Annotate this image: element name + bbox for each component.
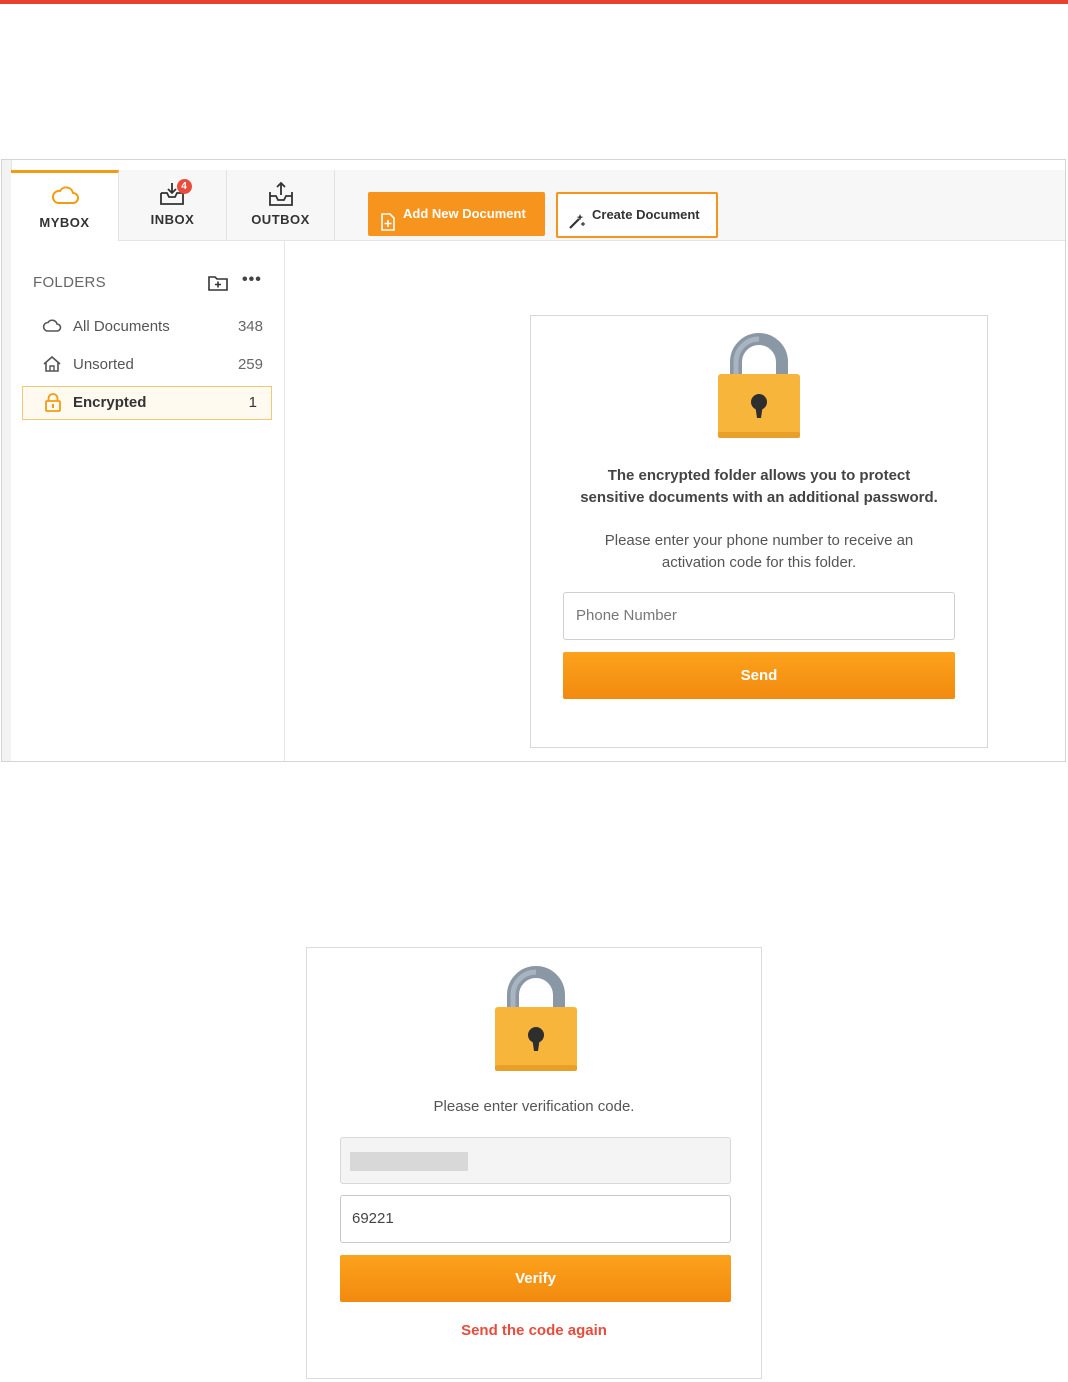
lock-icon xyxy=(44,393,62,416)
top-navigation: MYBOX 4 INBOX OUTBOX Add New Document Cr… xyxy=(11,170,1065,241)
tab-outbox[interactable]: OUTBOX xyxy=(227,170,335,240)
phone-number-field xyxy=(340,1137,731,1184)
folder-all-documents[interactable]: All Documents 348 xyxy=(22,310,272,344)
add-new-document-label: Add New Document xyxy=(403,206,526,221)
verify-button[interactable]: Verify xyxy=(340,1255,731,1302)
redacted-phone-number xyxy=(350,1152,468,1171)
create-document-button[interactable]: Create Document xyxy=(556,192,718,238)
encrypt-line-1: The encrypted folder allows you to prote… xyxy=(607,467,911,484)
phone-instructions-line-1: Please enter your phone number to receiv… xyxy=(604,532,914,549)
outbox-icon xyxy=(266,180,296,208)
cloud-icon xyxy=(42,317,62,337)
phone-instructions-line-2: activation code for this folder. xyxy=(661,554,857,571)
inbox-icon: 4 xyxy=(158,179,192,208)
cloud-icon xyxy=(50,183,80,211)
send-code-again-link[interactable]: Send the code again xyxy=(307,1322,761,1339)
send-button[interactable]: Send xyxy=(563,652,955,699)
folder-unsorted[interactable]: Unsorted 259 xyxy=(22,348,272,382)
encrypt-line-2: sensitive documents with an additional p… xyxy=(580,489,938,506)
padlock-icon xyxy=(493,965,579,1078)
folder-label: Encrypted xyxy=(73,394,147,411)
phone-number-input[interactable]: Phone Number xyxy=(563,592,955,640)
accent-line xyxy=(0,0,1068,4)
add-new-document-button[interactable]: Add New Document xyxy=(368,192,545,236)
folder-label: All Documents xyxy=(73,318,170,335)
folder-encrypted[interactable]: Encrypted 1 xyxy=(22,386,272,420)
encrypt-description: The encrypted folder allows you to prote… xyxy=(531,465,987,509)
create-document-label: Create Document xyxy=(592,207,700,222)
verification-code-input[interactable]: 69221 xyxy=(340,1195,731,1243)
folders-sidebar: FOLDERS ••• All Documents 348 Unsorted 2… xyxy=(11,241,285,761)
folder-count: 1 xyxy=(248,394,257,411)
add-file-icon xyxy=(381,205,395,249)
tab-label: OUTBOX xyxy=(251,212,310,227)
verification-prompt: Please enter verification code. xyxy=(433,1098,635,1115)
folder-count: 348 xyxy=(237,318,263,335)
home-icon xyxy=(42,355,62,376)
tab-label: MYBOX xyxy=(39,215,90,230)
magic-wand-icon xyxy=(568,205,586,247)
new-folder-icon[interactable] xyxy=(208,274,228,296)
encrypted-folder-card: The encrypted folder allows you to prote… xyxy=(530,315,988,748)
padlock-icon xyxy=(716,332,802,445)
encrypted-folder-screen: MYBOX 4 INBOX OUTBOX Add New Document Cr… xyxy=(1,159,1066,762)
folder-label: Unsorted xyxy=(73,356,134,373)
verification-card: Please enter verification code. 69221 Ve… xyxy=(306,947,762,1379)
inbox-badge: 4 xyxy=(176,179,192,194)
tab-mybox[interactable]: MYBOX xyxy=(11,170,119,241)
phone-instructions: Please enter your phone number to receiv… xyxy=(531,530,987,574)
tab-label: INBOX xyxy=(150,212,195,227)
tab-inbox[interactable]: 4 INBOX xyxy=(119,170,227,240)
folder-count: 259 xyxy=(237,356,263,373)
folders-heading: FOLDERS xyxy=(33,274,106,291)
more-options-icon[interactable]: ••• xyxy=(242,271,262,289)
